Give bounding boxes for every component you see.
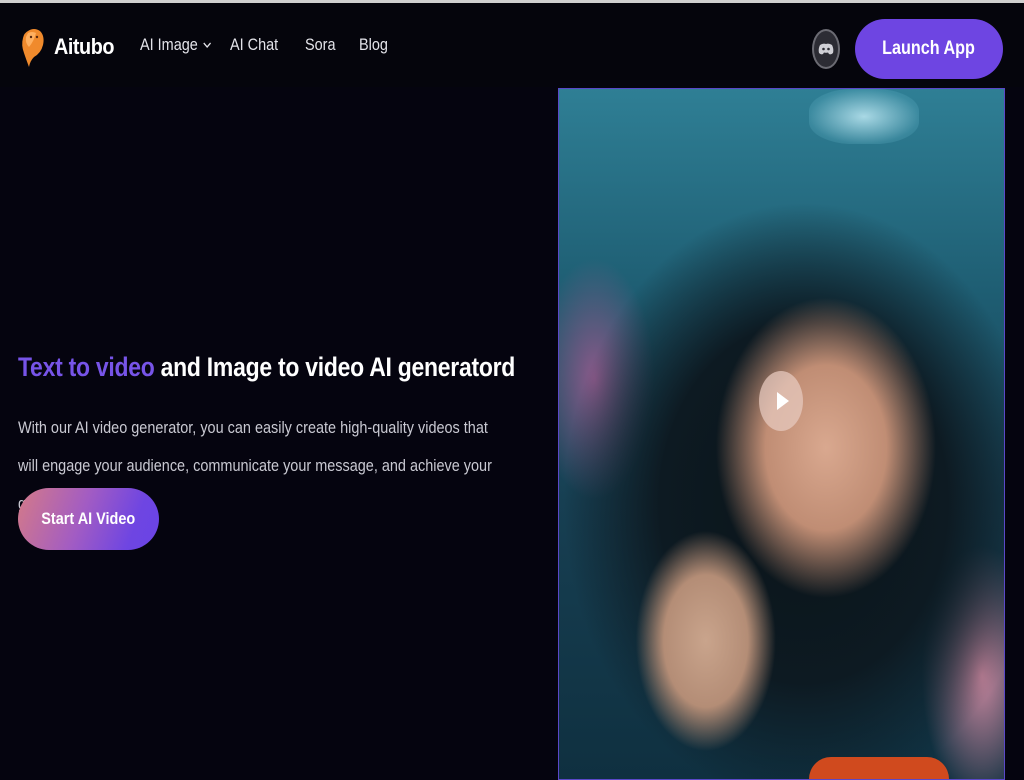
hero-title-rest: and Image to video AI generatord (154, 352, 516, 383)
chevron-down-icon (203, 42, 212, 49)
demo-video[interactable] (558, 88, 1005, 780)
nav-item-ai-image[interactable]: AI Image (140, 35, 212, 55)
otter-mascot-icon (22, 29, 44, 67)
start-ai-video-label: Start AI Video (41, 509, 136, 528)
nav-item-label: Blog (358, 35, 388, 54)
start-ai-video-button[interactable]: Start AI Video (18, 488, 159, 550)
launch-app-button[interactable]: Launch App (855, 19, 1003, 79)
nav-item-label: Sora (304, 35, 336, 54)
discord-button[interactable] (812, 29, 840, 69)
launch-app-label: Launch App (882, 38, 976, 59)
hero-title-accent: Text to video (18, 352, 155, 383)
discord-icon (818, 43, 834, 55)
main-nav: AI Image AI Chat Sora Blog (140, 35, 411, 55)
hero-title: Text to video and Image to video AI gene… (18, 352, 515, 383)
nav-item-blog[interactable]: Blog (359, 35, 388, 55)
nav-item-label: AI Image (140, 35, 198, 54)
navbar: Aitubo AI Image AI Chat Sora Blog Launch… (0, 3, 1024, 87)
brand-logo[interactable]: Aitubo (20, 27, 121, 67)
brand-name: Aitubo (54, 34, 114, 59)
fish-decoration (809, 757, 949, 779)
play-icon[interactable] (759, 371, 803, 431)
nav-item-label: AI Chat (230, 35, 279, 54)
nav-item-ai-chat[interactable]: AI Chat (230, 35, 278, 55)
water-foam-decoration (809, 89, 919, 144)
nav-item-sora[interactable]: Sora (305, 35, 336, 55)
